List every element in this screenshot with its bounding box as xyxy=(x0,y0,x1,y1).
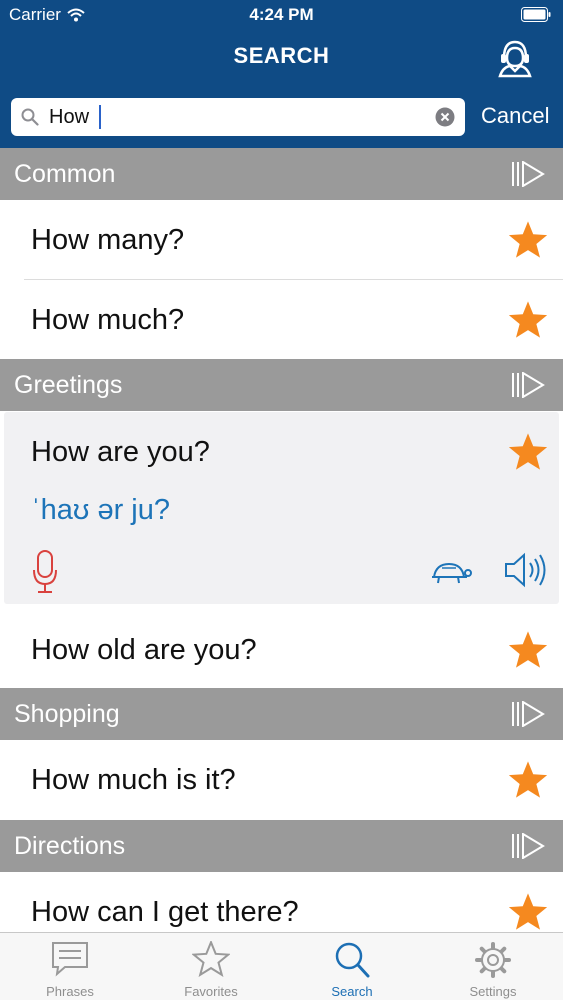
phrase-row[interactable]: How much? xyxy=(0,280,563,360)
play-all-icon[interactable] xyxy=(511,833,545,859)
phrase-text: How much is it? xyxy=(31,764,236,796)
section-header-directions: Directions xyxy=(0,820,563,872)
section-label: Greetings xyxy=(14,371,123,399)
phrase-row[interactable]: How much is it? xyxy=(0,740,563,820)
tab-phrases[interactable]: Phrases xyxy=(0,933,140,1000)
phrase-text: How many? xyxy=(31,224,185,256)
tab-label: Settings xyxy=(469,984,517,999)
favorite-star-icon[interactable] xyxy=(507,220,549,260)
star-outline-icon xyxy=(192,941,230,977)
status-time: 4:24 PM xyxy=(249,5,314,24)
clear-search-icon[interactable] xyxy=(435,107,455,127)
favorite-star-icon[interactable] xyxy=(507,760,549,800)
favorite-star-icon[interactable] xyxy=(507,300,549,340)
phrase-text: How old are you? xyxy=(31,634,257,666)
search-icon xyxy=(335,942,370,978)
tab-bar: Phrases Favorites Search Settings xyxy=(0,932,563,1000)
phrase-text: How are you? xyxy=(31,436,210,468)
gear-icon xyxy=(475,942,511,978)
customer-service-icon[interactable] xyxy=(495,36,535,78)
search-input[interactable] xyxy=(49,101,429,133)
battery-icon xyxy=(521,7,551,22)
turtle-slow-play-icon[interactable] xyxy=(428,560,472,586)
search-box[interactable] xyxy=(11,98,465,136)
favorite-star-icon[interactable] xyxy=(507,892,549,932)
page-title: SEARCH xyxy=(233,43,330,68)
cancel-button[interactable]: Cancel xyxy=(481,103,549,129)
phrase-text: How can I get there? xyxy=(31,896,299,928)
tab-label: Favorites xyxy=(184,984,238,999)
search-icon xyxy=(21,108,39,126)
expanded-phrase-card[interactable]: How are you? ˈhaʊ ər ju? xyxy=(4,412,559,604)
play-all-icon[interactable] xyxy=(511,372,545,398)
favorite-star-icon[interactable] xyxy=(507,630,549,670)
play-all-icon[interactable] xyxy=(511,701,545,727)
header-bar: Carrier 4:24 PM SEARCH How Cancel xyxy=(0,0,563,148)
status-bar: Carrier 4:24 PM xyxy=(0,0,563,30)
section-header-greetings: Greetings xyxy=(0,359,563,411)
microphone-icon[interactable] xyxy=(32,550,58,594)
tab-label: Search xyxy=(331,984,373,999)
phrase-text: How much? xyxy=(31,304,185,336)
tab-search[interactable]: Search xyxy=(282,933,422,1000)
tab-label: Phrases xyxy=(46,984,94,999)
phrase-row[interactable]: How old are you? xyxy=(0,610,563,688)
section-label: Shopping xyxy=(14,700,120,728)
section-label: Common xyxy=(14,160,116,188)
favorite-star-icon[interactable] xyxy=(507,432,549,472)
text-caret xyxy=(99,105,101,129)
speech-bubble-icon xyxy=(52,942,88,977)
play-all-icon[interactable] xyxy=(511,161,545,187)
speaker-icon[interactable] xyxy=(504,552,548,588)
tab-settings[interactable]: Settings xyxy=(423,933,563,1000)
section-header-common: Common xyxy=(0,148,563,200)
tab-favorites[interactable]: Favorites xyxy=(141,933,281,1000)
search-row: Cancel xyxy=(0,96,563,138)
phrase-row[interactable]: How many? xyxy=(0,200,563,280)
section-label: Directions xyxy=(14,832,126,860)
pronunciation-text: ˈhaʊ ər ju? xyxy=(31,494,170,526)
section-header-shopping: Shopping xyxy=(0,688,563,740)
